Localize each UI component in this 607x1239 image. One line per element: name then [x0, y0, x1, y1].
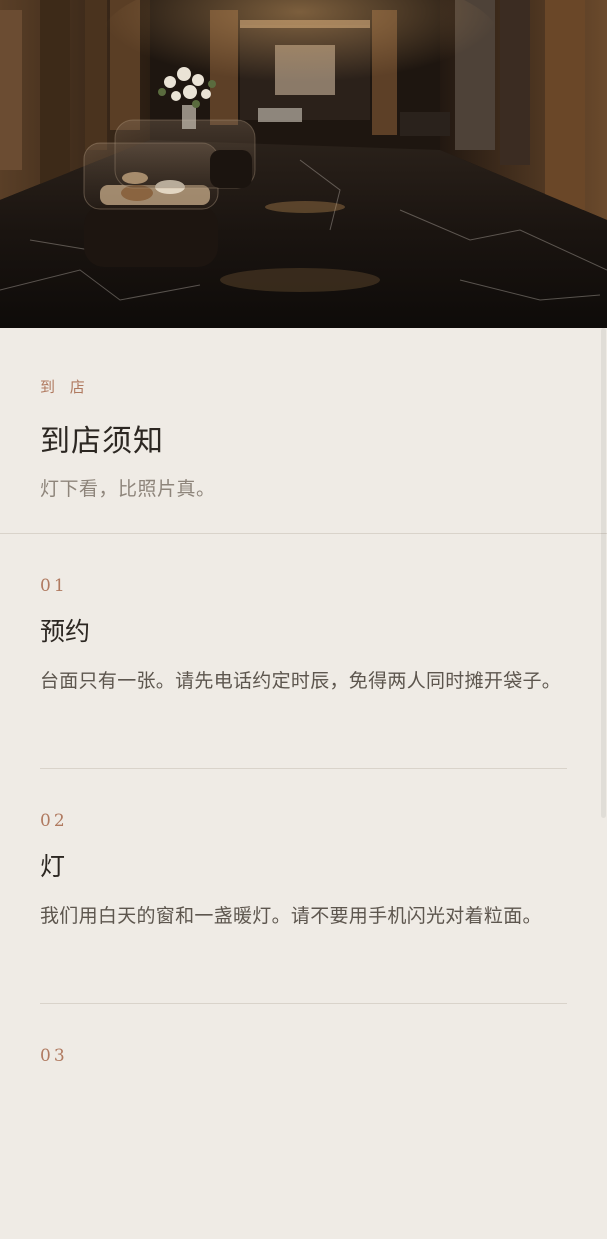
notice-heading: 灯 — [40, 852, 66, 881]
notice-body: 我们用白天的窗和一盏暖灯。请不要用手机闪光对着粒面。 — [40, 905, 542, 927]
intro-block: 到 店 到店须知 灯下看，比照片真。 — [0, 328, 607, 534]
hero-image — [0, 0, 607, 328]
notice-item-lighting: 02 灯 我们用白天的窗和一盏暖灯。请不要用手机闪光对着粒面。 — [40, 769, 567, 1004]
store-visit-section: 到 店 到店须知 灯下看，比照片真。 01 预约 台面只有一张。请先电话约定时辰… — [0, 328, 607, 1080]
notice-number: 02 — [40, 811, 68, 831]
notice-body: 台面只有一张。请先电话约定时辰，免得两人同时摊开袋子。 — [40, 670, 562, 692]
notice-number: 03 — [40, 1046, 68, 1066]
notice-heading: 预约 — [40, 617, 91, 646]
page-title: 到店须知 — [40, 424, 164, 459]
notice-item-appointment: 01 预约 台面只有一张。请先电话约定时辰，免得两人同时摊开袋子。 — [40, 534, 567, 769]
section-kicker: 到 店 — [40, 378, 90, 396]
notice-item-third: 03 — [40, 1004, 567, 1239]
page-subtitle: 灯下看，比照片真。 — [40, 478, 216, 500]
boutique-interior-illustration — [0, 0, 607, 328]
page-scrollbar[interactable] — [601, 328, 606, 818]
notice-number: 01 — [40, 576, 68, 596]
